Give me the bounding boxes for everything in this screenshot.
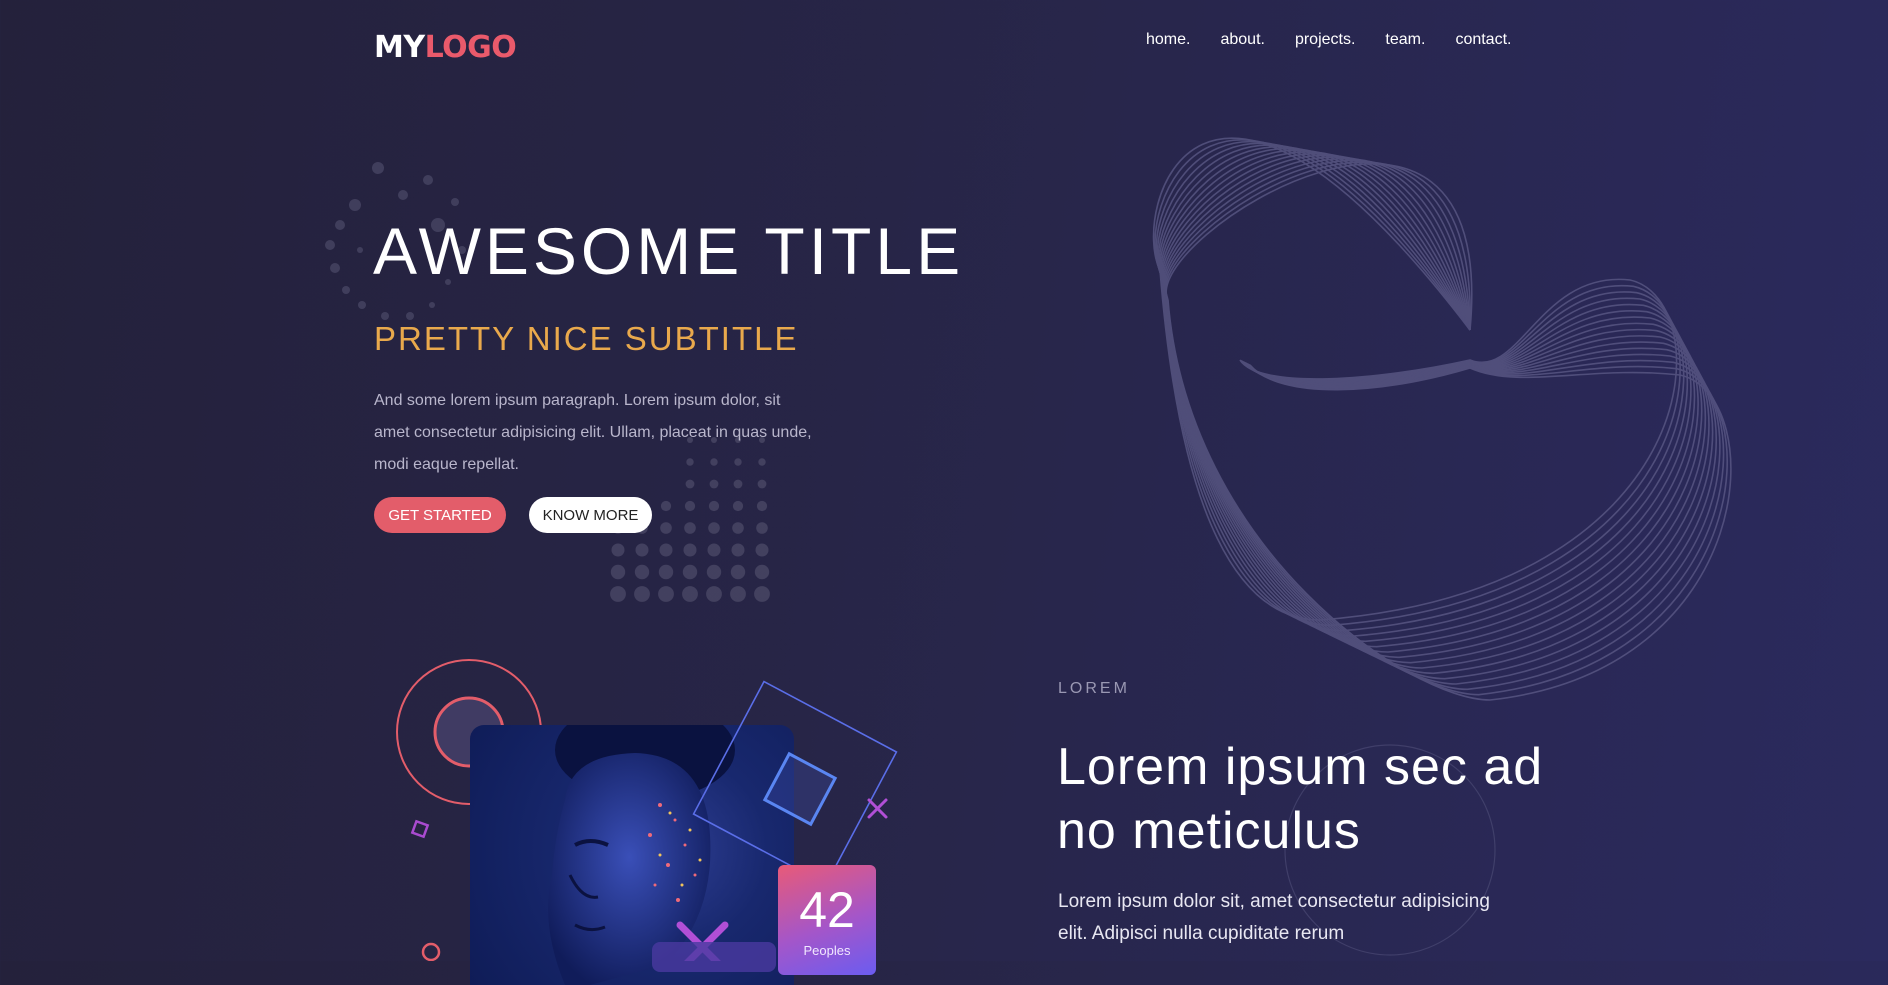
wireframe-shell-decoration	[1152, 137, 1732, 701]
grid-dot	[706, 564, 722, 580]
shell-line	[1164, 159, 1725, 691]
nav-contact[interactable]: contact.	[1455, 31, 1511, 49]
grid-dot	[658, 564, 674, 580]
grid-dot	[684, 500, 696, 512]
grid-dot	[635, 543, 649, 557]
nav-home[interactable]: home.	[1146, 31, 1190, 49]
grid-dot	[682, 564, 698, 580]
caption-bar	[652, 942, 776, 972]
background-decoration	[325, 137, 1732, 961]
grid-dot	[755, 543, 769, 557]
section-eyebrow: LOREM	[1058, 680, 1130, 697]
nav-team[interactable]: team.	[1385, 31, 1425, 49]
grid-dot	[634, 564, 650, 580]
main-navigation: home. about. projects. team. contact.	[1146, 31, 1511, 49]
shell-line	[1158, 146, 1696, 648]
grid-dot	[756, 522, 768, 534]
shell-line	[1160, 149, 1703, 659]
shell-line	[1163, 157, 1721, 685]
grid-dot	[611, 543, 625, 557]
hero-paragraph: And some lorem ipsum paragraph. Lorem ip…	[374, 392, 812, 473]
site-logo[interactable]: MYLOGO	[374, 30, 517, 65]
nav-projects[interactable]: projects.	[1295, 31, 1355, 49]
grid-dot	[708, 500, 720, 512]
logo-part-logo: LOGO	[424, 30, 517, 65]
grid-dot	[730, 586, 746, 602]
know-more-button[interactable]: KNOW MORE	[529, 497, 652, 533]
shell-line	[1160, 151, 1707, 664]
grid-dot	[731, 543, 745, 557]
grid-dot	[658, 586, 674, 602]
get-started-button[interactable]: GET STARTED	[374, 497, 506, 533]
shell-line	[1165, 163, 1732, 701]
shell-line	[1162, 154, 1714, 675]
grid-dot	[754, 586, 770, 602]
stat-value: 42	[799, 882, 855, 938]
grid-dot	[634, 586, 650, 602]
grid-dot	[659, 543, 673, 557]
grid-dot	[660, 522, 672, 534]
people-stat-card: 42 Peoples	[778, 865, 876, 975]
nav-about[interactable]: about.	[1220, 31, 1264, 49]
grid-dot	[730, 564, 746, 580]
section-body: Lorem ipsum dolor sit, amet consectetur …	[1058, 891, 1490, 944]
grid-dot	[610, 586, 626, 602]
grid-dot	[683, 543, 697, 557]
grid-dot	[684, 522, 696, 534]
section-heading: Lorem ipsum sec ad no meticulus	[1057, 738, 1544, 860]
grid-dot	[610, 564, 626, 580]
grid-dot	[682, 586, 698, 602]
grid-dot	[732, 500, 744, 512]
grid-dot	[708, 522, 720, 534]
hero-subtitle: PRETTY NICE SUBTITLE	[374, 320, 799, 357]
grid-dot	[732, 522, 744, 534]
hero-title: AWESOME TITLE	[373, 214, 965, 288]
grid-dot	[754, 564, 770, 580]
grid-dot	[660, 500, 672, 512]
logo-part-my: MY	[374, 30, 425, 65]
grid-dot	[756, 500, 768, 512]
grid-dot	[706, 586, 722, 602]
grid-dot	[707, 543, 721, 557]
stat-label: Peoples	[803, 943, 851, 958]
